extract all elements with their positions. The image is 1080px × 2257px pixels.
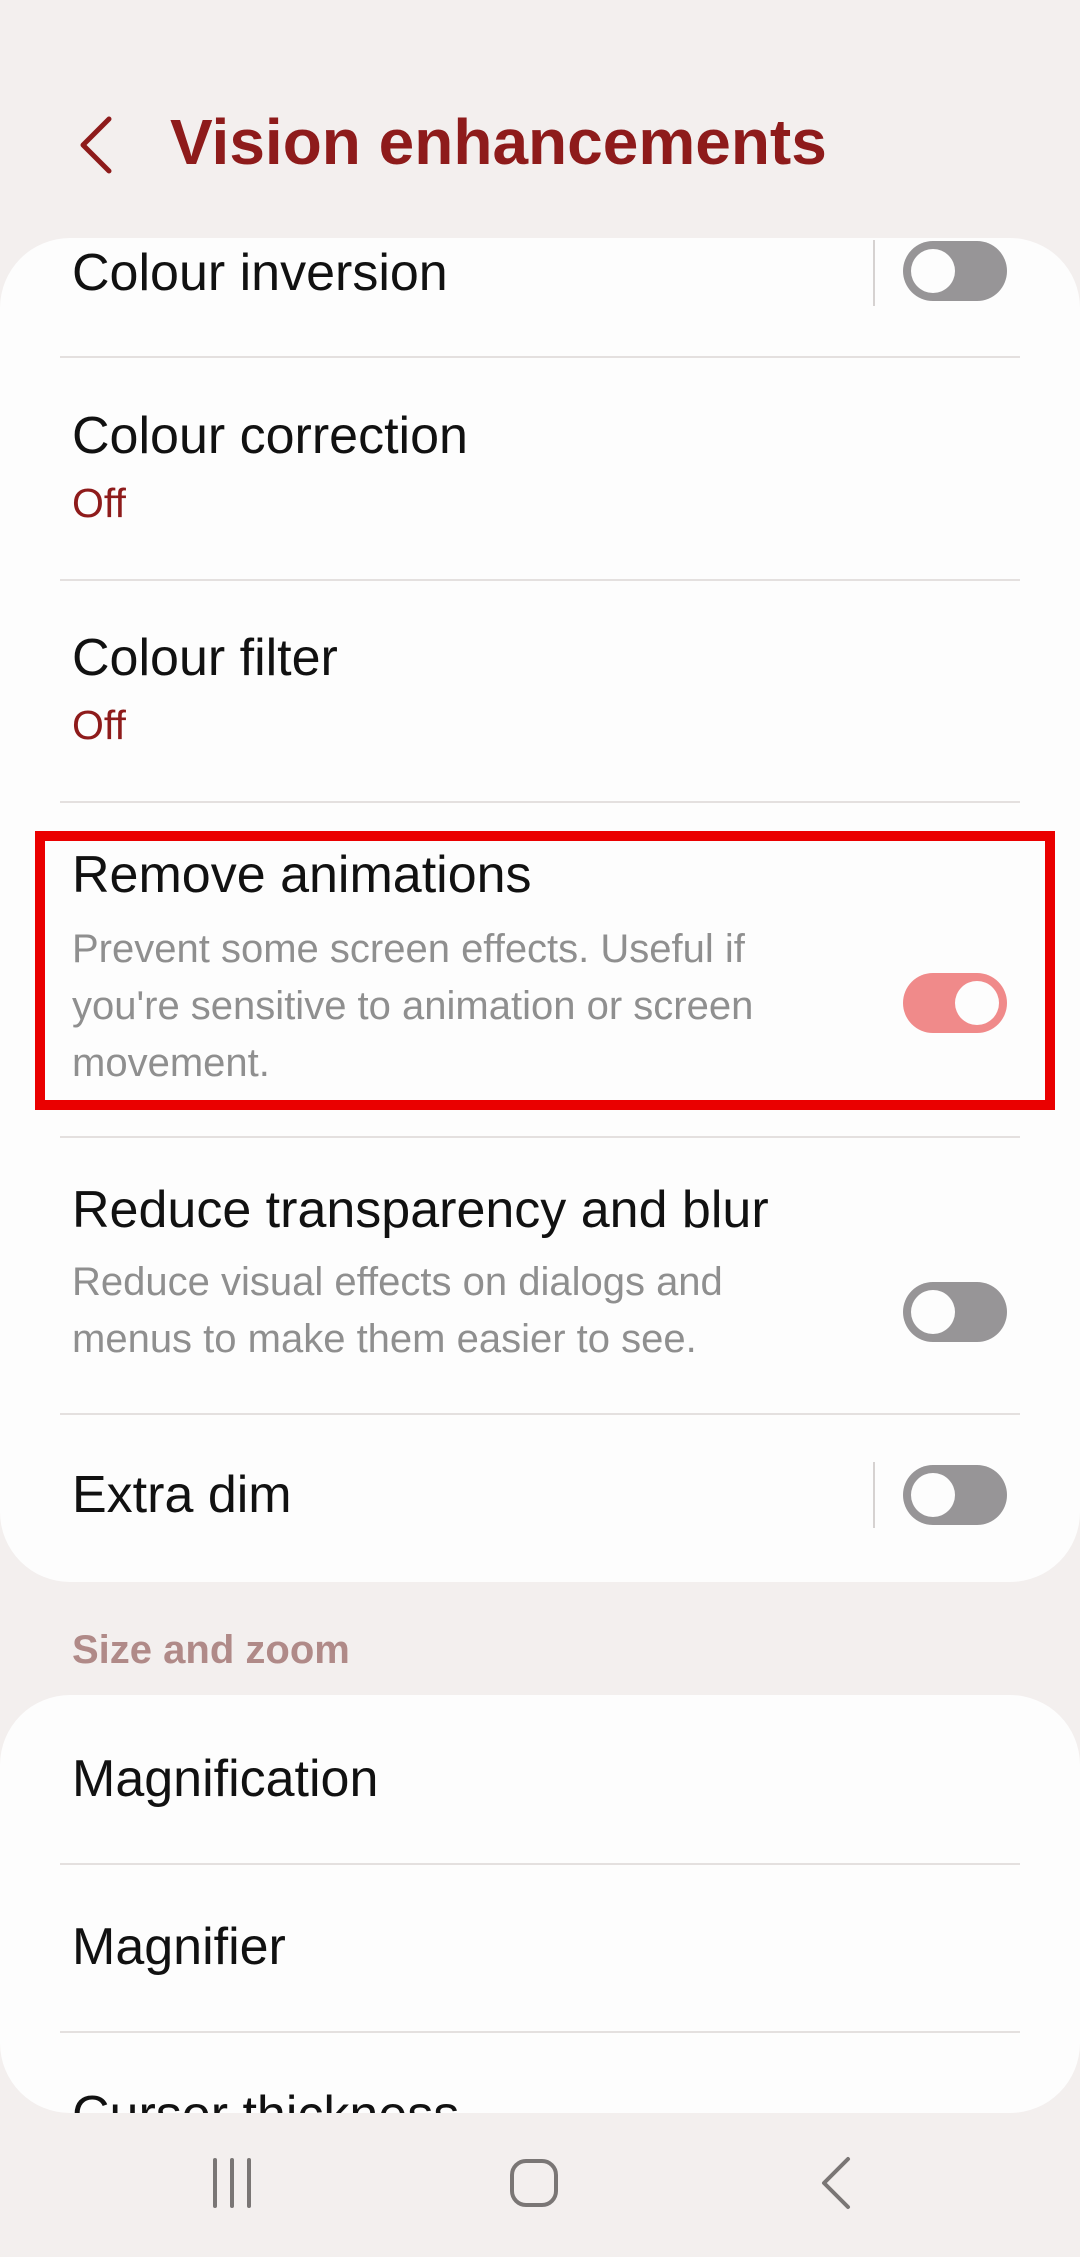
setting-title: Colour filter <box>72 629 338 687</box>
separator <box>873 240 875 306</box>
reduce-transparency-toggle[interactable] <box>903 1282 1007 1342</box>
chevron-left-icon <box>80 116 112 174</box>
setting-status: Off <box>72 480 126 526</box>
setting-extra-dim[interactable]: Extra dim <box>0 1415 1080 1582</box>
vision-enhancements-screen: Vision enhancements Colour inversion Col… <box>0 0 1080 2257</box>
home-button[interactable] <box>474 2143 594 2223</box>
setting-magnification[interactable]: Magnification <box>0 1695 1080 1863</box>
setting-title: Cursor thickness <box>72 2085 459 2113</box>
setting-title: Remove animations <box>72 846 532 904</box>
home-icon <box>510 2159 558 2207</box>
recents-icon <box>213 2158 251 2208</box>
setting-reduce-transparency[interactable]: Reduce transparency and blur Reduce visu… <box>0 1138 1080 1414</box>
setting-cursor-thickness[interactable]: Cursor thickness <box>0 2033 1080 2113</box>
section-header-size-zoom: Size and zoom <box>72 1628 350 1672</box>
separator <box>873 1462 875 1528</box>
colour-inversion-toggle[interactable] <box>903 241 1007 301</box>
setting-title: Colour correction <box>72 407 468 465</box>
recents-button[interactable] <box>172 2143 292 2223</box>
toggle-knob <box>911 1290 955 1334</box>
remove-animations-toggle[interactable] <box>903 973 1007 1033</box>
back-button[interactable] <box>60 100 130 190</box>
setting-title: Magnifier <box>72 1918 286 1976</box>
vision-settings-card: Colour inversion Colour correction Off C… <box>0 238 1080 1582</box>
navigation-bar <box>0 2113 1080 2257</box>
toggle-knob <box>955 981 999 1025</box>
setting-magnifier[interactable]: Magnifier <box>0 1865 1080 2031</box>
nav-back-button[interactable] <box>776 2143 896 2223</box>
setting-description: Prevent some screen effects. Useful if y… <box>72 927 754 1085</box>
app-bar: Vision enhancements <box>0 0 1080 240</box>
toggle-knob <box>911 1473 955 1517</box>
setting-colour-inversion[interactable]: Colour inversion <box>0 238 1080 358</box>
page-title: Vision enhancements <box>170 106 827 178</box>
size-zoom-card: Magnification Magnifier Cursor thickness <box>0 1695 1080 2113</box>
setting-title: Magnification <box>72 1750 379 1808</box>
back-icon <box>822 2157 850 2209</box>
setting-colour-filter[interactable]: Colour filter Off <box>0 581 1080 801</box>
setting-title: Colour inversion <box>72 244 448 302</box>
toggle-knob <box>911 249 955 293</box>
setting-title: Reduce transparency and blur <box>72 1181 769 1239</box>
setting-status: Off <box>72 702 126 748</box>
extra-dim-toggle[interactable] <box>903 1465 1007 1525</box>
setting-description: Reduce visual effects on dialogs and men… <box>72 1260 723 1361</box>
setting-title: Extra dim <box>72 1466 292 1524</box>
setting-colour-correction[interactable]: Colour correction Off <box>0 358 1080 580</box>
